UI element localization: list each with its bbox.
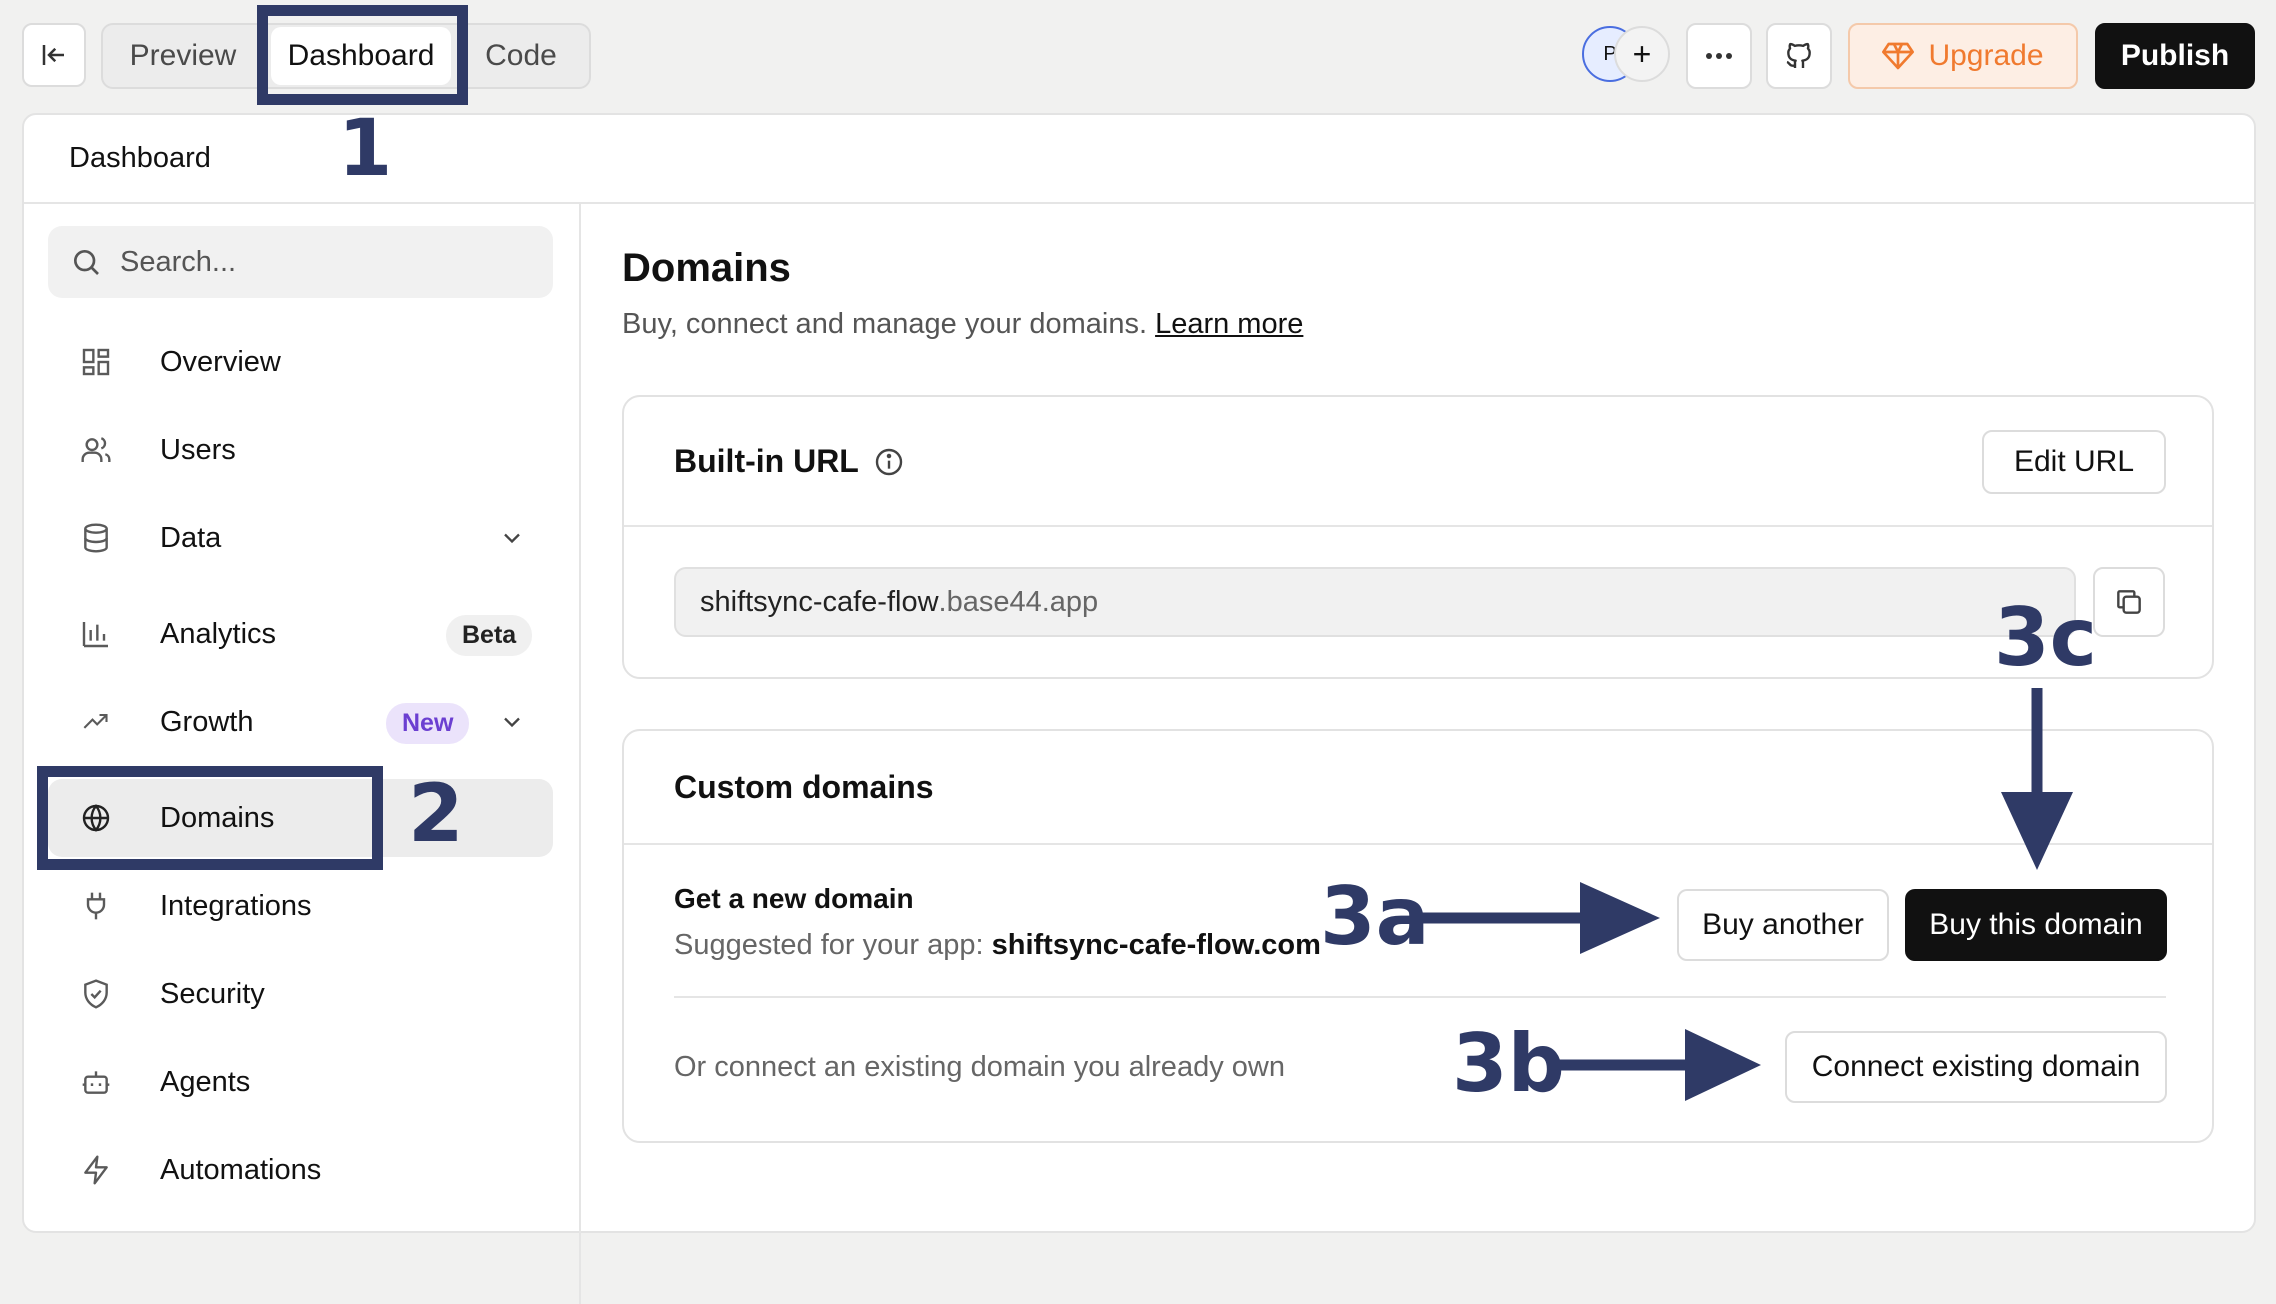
custom-domains-title: Custom domains bbox=[674, 769, 934, 805]
grid-icon bbox=[76, 342, 116, 382]
sidebar-item-automations[interactable]: Automations bbox=[48, 1131, 553, 1209]
page-title: Domains bbox=[622, 246, 791, 290]
page-subtitle: Buy, connect and manage your domains. Le… bbox=[622, 308, 1304, 340]
github-icon bbox=[1786, 42, 1811, 68]
annotation-box-domains bbox=[37, 766, 383, 870]
shield-icon bbox=[76, 974, 116, 1014]
annotation-label-3a: 3a bbox=[1320, 870, 1430, 963]
copy-url-button[interactable] bbox=[2093, 567, 2165, 637]
section-divider bbox=[674, 996, 2166, 998]
info-icon[interactable] bbox=[873, 446, 905, 478]
github-button[interactable] bbox=[1766, 23, 1832, 89]
publish-button[interactable]: Publish bbox=[2095, 23, 2255, 89]
more-options-button[interactable] bbox=[1686, 23, 1752, 89]
connect-existing-text: Or connect an existing domain you alread… bbox=[674, 1051, 1285, 1083]
buy-this-domain-button[interactable]: Buy this domain bbox=[1905, 889, 2167, 961]
edit-url-button[interactable]: Edit URL bbox=[1982, 430, 2166, 494]
bar-chart-icon bbox=[76, 614, 116, 654]
search-input[interactable]: Search... bbox=[48, 226, 553, 298]
bot-icon bbox=[76, 1062, 116, 1102]
add-collaborator-icon: + bbox=[1614, 26, 1670, 82]
annotation-label-3b: 3b bbox=[1452, 1017, 1565, 1110]
chevron-down-icon[interactable] bbox=[498, 708, 526, 736]
annotation-label-1: 1 bbox=[338, 104, 393, 194]
buy-another-button[interactable]: Buy another bbox=[1677, 889, 1889, 961]
learn-more-link[interactable]: Learn more bbox=[1155, 308, 1303, 340]
dashboard-header-title: Dashboard bbox=[69, 142, 211, 174]
more-horizontal-icon bbox=[1706, 53, 1732, 59]
sidebar-item-data[interactable]: Data bbox=[48, 499, 553, 577]
annotation-label-3c: 3c bbox=[1994, 591, 2098, 684]
collaborators[interactable]: P + bbox=[1582, 26, 1672, 84]
tab-preview[interactable]: Preview bbox=[103, 25, 263, 87]
chevron-down-icon[interactable] bbox=[498, 524, 526, 552]
annotation-arrow-3c bbox=[2001, 688, 2073, 870]
plug-icon bbox=[76, 886, 116, 926]
annotation-arrow-3a bbox=[1418, 882, 1660, 954]
beta-badge: Beta bbox=[446, 615, 533, 656]
builtin-url-card: Built-in URL Edit URL shiftsync-cafe-flo… bbox=[622, 395, 2214, 679]
sidebar-item-growth[interactable]: Growth New bbox=[48, 683, 553, 761]
search-icon bbox=[74, 250, 99, 275]
lightning-icon bbox=[76, 1150, 116, 1190]
upgrade-button[interactable]: Upgrade bbox=[1848, 23, 2078, 89]
database-icon bbox=[76, 518, 116, 558]
sidebar-item-overview[interactable]: Overview bbox=[48, 323, 553, 401]
new-badge: New bbox=[386, 703, 470, 744]
annotation-arrow-3b bbox=[1553, 1029, 1761, 1101]
builtin-url-title: Built-in URL bbox=[674, 443, 905, 480]
copy-icon bbox=[2117, 590, 2141, 614]
new-domain-title: Get a new domain bbox=[674, 883, 914, 914]
header-divider bbox=[24, 202, 2256, 204]
trending-up-icon bbox=[76, 702, 116, 742]
users-icon bbox=[76, 430, 116, 470]
collapse-sidebar-button[interactable] bbox=[22, 23, 86, 87]
card-divider bbox=[624, 525, 2212, 527]
card-divider bbox=[624, 843, 2212, 845]
sidebar-item-analytics[interactable]: Analytics Beta bbox=[48, 595, 553, 673]
sidebar-item-security[interactable]: Security bbox=[48, 955, 553, 1033]
tab-code[interactable]: Code bbox=[451, 25, 591, 87]
connect-existing-domain-button[interactable]: Connect existing domain bbox=[1785, 1031, 2167, 1103]
sidebar-divider bbox=[579, 204, 581, 1304]
annotation-label-2: 2 bbox=[408, 767, 464, 860]
sidebar-item-integrations[interactable]: Integrations bbox=[48, 867, 553, 945]
diamond-icon bbox=[1882, 42, 1915, 70]
search-placeholder: Search... bbox=[120, 245, 237, 278]
annotation-box-dashboard-tab bbox=[257, 5, 468, 105]
suggested-domain-text: Suggested for your app: shiftsync-cafe-f… bbox=[674, 929, 1321, 961]
builtin-url-field[interactable]: shiftsync-cafe-flow .base44.app bbox=[674, 567, 2076, 637]
collapse-left-icon bbox=[42, 45, 64, 65]
sidebar-item-agents[interactable]: Agents bbox=[48, 1043, 553, 1121]
sidebar-item-users[interactable]: Users bbox=[48, 411, 553, 489]
